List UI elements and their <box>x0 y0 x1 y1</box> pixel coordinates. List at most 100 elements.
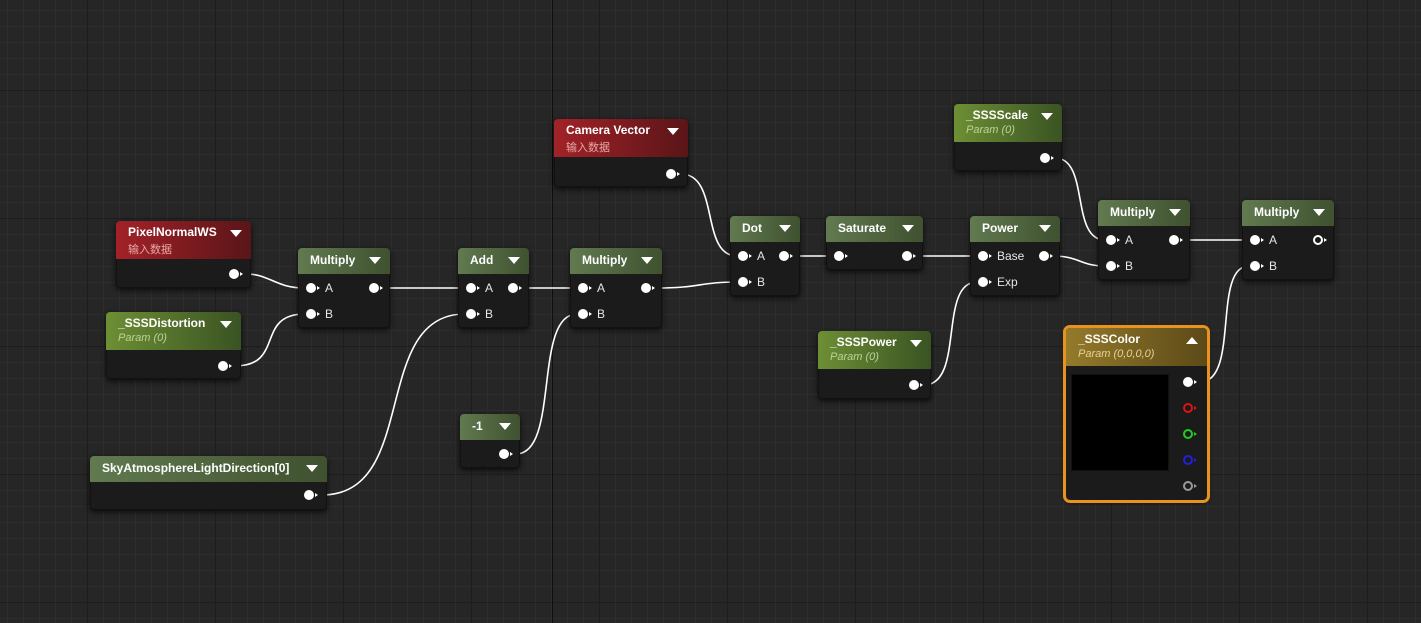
node-header: _SSSColor Param (0,0,0,0) <box>1066 328 1207 366</box>
node-power[interactable]: Power Base Exp <box>970 216 1060 296</box>
node-constant-neg1[interactable]: -1 <box>460 414 520 468</box>
node-sss-power[interactable]: _SSSPower Param (0) <box>818 331 931 399</box>
output-pin-g[interactable] <box>1183 429 1197 439</box>
node-sky-atmosphere-light-direction[interactable]: SkyAtmosphereLightDirection[0] <box>90 456 327 510</box>
output-pin[interactable] <box>641 283 655 293</box>
input-pin-a[interactable] <box>738 251 752 261</box>
pin-label-b: B <box>757 275 766 289</box>
node-add[interactable]: Add A B <box>458 248 529 328</box>
node-subtitle: 输入数据 <box>128 244 172 256</box>
node-saturate[interactable]: Saturate <box>826 216 923 270</box>
node-header: SkyAtmosphereLightDirection[0] <box>90 456 327 482</box>
node-header: Camera Vector 输入数据 <box>554 119 688 157</box>
output-pin[interactable] <box>499 449 513 459</box>
collapse-arrow-icon[interactable] <box>902 225 914 232</box>
pin-label-a: A <box>597 281 606 295</box>
collapse-arrow-icon[interactable] <box>1039 225 1051 232</box>
wire-pixelnormal-multiply1[interactable] <box>245 273 306 289</box>
input-pin-a[interactable] <box>306 283 320 293</box>
pin-label-a: A <box>757 249 766 263</box>
input-pin-exp[interactable] <box>978 277 992 287</box>
collapse-arrow-icon[interactable] <box>779 225 791 232</box>
node-header: Saturate <box>826 216 923 242</box>
output-pin[interactable] <box>229 269 243 279</box>
output-pin[interactable] <box>1040 153 1054 163</box>
output-pin[interactable] <box>508 283 522 293</box>
collapse-arrow-icon[interactable] <box>499 423 511 430</box>
output-pin[interactable] <box>779 251 793 261</box>
output-pin[interactable] <box>1169 235 1183 245</box>
output-pin[interactable] <box>666 169 680 179</box>
collapse-arrow-icon[interactable] <box>1169 209 1181 216</box>
node-multiply-1[interactable]: Multiply A B <box>298 248 390 328</box>
node-header: PixelNormalWS 输入数据 <box>116 221 251 259</box>
pin-label-b: B <box>485 307 494 321</box>
node-header: Multiply <box>1242 200 1334 226</box>
collapse-arrow-icon[interactable] <box>667 128 679 135</box>
expand-arrow-icon[interactable] <box>1186 337 1198 344</box>
node-camera-vector[interactable]: Camera Vector 输入数据 <box>554 119 688 187</box>
input-pin-a[interactable] <box>1250 235 1264 245</box>
input-pin-b[interactable] <box>738 277 752 287</box>
node-title: PixelNormalWS <box>128 225 217 239</box>
collapse-arrow-icon[interactable] <box>1041 113 1053 120</box>
input-pin-b[interactable] <box>466 309 480 319</box>
input-pin[interactable] <box>834 251 848 261</box>
output-pin-b[interactable] <box>1183 455 1197 465</box>
wire-ssscolor-multiply4[interactable] <box>1199 265 1250 383</box>
node-pixel-normal-ws[interactable]: PixelNormalWS 输入数据 <box>116 221 251 288</box>
node-dot[interactable]: Dot A B <box>730 216 800 296</box>
pin-label-b: B <box>325 307 334 321</box>
wire-camera-dot[interactable] <box>680 173 738 257</box>
output-pin-rgb[interactable] <box>1183 377 1197 387</box>
collapse-arrow-icon[interactable] <box>641 257 653 264</box>
input-pin-a[interactable] <box>578 283 592 293</box>
collapse-arrow-icon[interactable] <box>220 321 232 328</box>
output-pin[interactable] <box>1313 235 1327 245</box>
output-pin[interactable] <box>304 490 318 500</box>
input-pin-b[interactable] <box>1106 261 1120 271</box>
node-header: _SSSScale Param (0) <box>954 104 1062 142</box>
output-pin[interactable] <box>1039 251 1053 261</box>
output-pin-a[interactable] <box>1183 481 1197 491</box>
pin-label-base: Base <box>997 249 1025 263</box>
wire-distortion-multiply1[interactable] <box>234 313 306 367</box>
input-pin-b[interactable] <box>1250 261 1264 271</box>
node-header: Power <box>970 216 1060 242</box>
wire-ssspower-power[interactable] <box>923 281 978 386</box>
collapse-arrow-icon[interactable] <box>230 230 242 237</box>
input-pin-base[interactable] <box>978 251 992 261</box>
collapse-arrow-icon[interactable] <box>508 257 520 264</box>
node-title: SkyAtmosphereLightDirection[0] <box>102 461 290 475</box>
collapse-arrow-icon[interactable] <box>1313 209 1325 216</box>
pin-label-a: A <box>485 281 494 295</box>
wire-neg1-multiply2[interactable] <box>515 313 578 455</box>
node-multiply-3[interactable]: Multiply A B <box>1098 200 1190 280</box>
node-title: Dot <box>742 221 762 235</box>
collapse-arrow-icon[interactable] <box>369 257 381 264</box>
node-multiply-4[interactable]: Multiply A B <box>1242 200 1334 280</box>
output-pin[interactable] <box>369 283 383 293</box>
output-pin[interactable] <box>909 380 923 390</box>
input-pin-b[interactable] <box>306 309 320 319</box>
node-multiply-2[interactable]: Multiply A B <box>570 248 662 328</box>
node-header: Multiply <box>1098 200 1190 226</box>
input-pin-b[interactable] <box>578 309 592 319</box>
collapse-arrow-icon[interactable] <box>910 340 922 347</box>
input-pin-a[interactable] <box>466 283 480 293</box>
wire-multiply2-dot[interactable] <box>655 281 738 289</box>
node-sss-distortion[interactable]: _SSSDistortion Param (0) <box>106 312 241 379</box>
collapse-arrow-icon[interactable] <box>306 465 318 472</box>
input-pin-a[interactable] <box>1106 235 1120 245</box>
pin-label-exp: Exp <box>997 275 1018 289</box>
node-title: Multiply <box>1110 205 1156 219</box>
output-pin[interactable] <box>902 251 916 261</box>
output-pin[interactable] <box>218 361 232 371</box>
node-sss-scale[interactable]: _SSSScale Param (0) <box>954 104 1062 171</box>
node-header: _SSSDistortion Param (0) <box>106 312 241 350</box>
node-title: Saturate <box>838 221 887 235</box>
wire-skylight-add[interactable] <box>321 313 466 496</box>
node-sss-color[interactable]: _SSSColor Param (0,0,0,0) <box>1066 328 1207 500</box>
node-subtitle: 输入数据 <box>566 142 610 154</box>
output-pin-r[interactable] <box>1183 403 1197 413</box>
